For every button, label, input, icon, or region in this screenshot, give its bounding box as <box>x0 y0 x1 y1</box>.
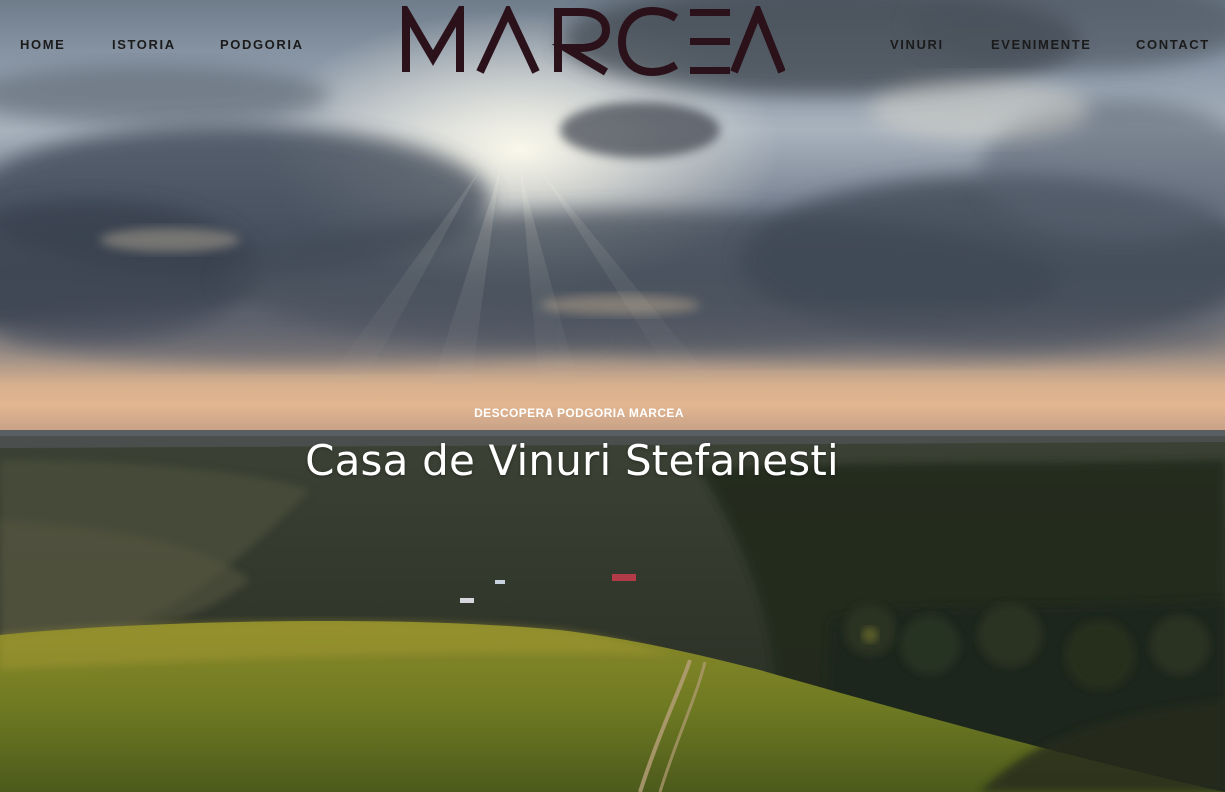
nav-vinuri-link[interactable]: VINURI <box>890 37 944 52</box>
hero-section: HOME ISTORIA PODGORIA VINURI EVENIMENTE … <box>0 0 1225 792</box>
nav-evenimente-link[interactable]: EVENIMENTE <box>991 37 1092 52</box>
nav-istoria-link[interactable]: ISTORIA <box>112 37 176 52</box>
marcea-logo[interactable] <box>400 0 786 77</box>
marcea-logo-mark <box>402 0 786 77</box>
hero-headline: Casa de Vinuri Stefanesti <box>305 436 839 485</box>
nav-home-link[interactable]: HOME <box>20 37 65 52</box>
hero-eyebrow: DESCOPERA PODGORIA MARCEA <box>474 406 684 420</box>
nav-podgoria-link[interactable]: PODGORIA <box>220 37 304 52</box>
nav-contact-link[interactable]: CONTACT <box>1136 37 1210 52</box>
